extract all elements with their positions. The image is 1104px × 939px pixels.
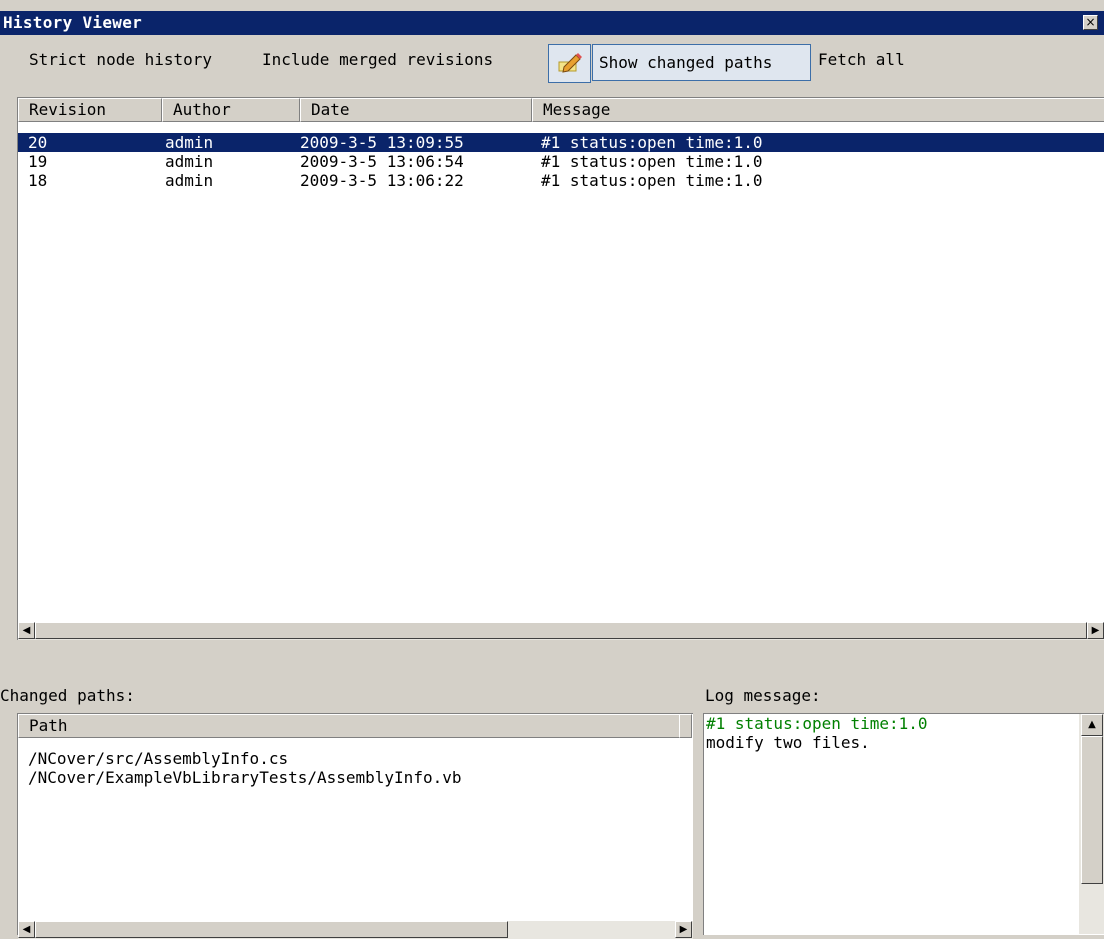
- column-header-revision[interactable]: Revision: [18, 98, 162, 122]
- message-cell: #1 status:open time:1.0: [541, 152, 763, 171]
- scroll-left-icon[interactable]: ◀: [18, 921, 35, 938]
- column-header-date[interactable]: Date: [300, 98, 532, 122]
- column-header-message[interactable]: Message: [532, 98, 1104, 122]
- changed-paths-label: Changed paths:: [0, 686, 135, 705]
- revision-list[interactable]: Revision Author Date Message 20 admin 20…: [17, 97, 1104, 640]
- author-cell: admin: [165, 171, 214, 190]
- column-header-filler: [679, 714, 692, 738]
- changed-paths-list[interactable]: Path /NCover/src/AssemblyInfo.cs /NCover…: [17, 713, 693, 939]
- log-vertical-scrollbar[interactable]: ▲: [1079, 714, 1104, 934]
- path-item[interactable]: /NCover/ExampleVbLibraryTests/AssemblyIn…: [18, 768, 678, 787]
- scroll-thumb[interactable]: [35, 921, 508, 938]
- revision-cell: 18: [28, 171, 48, 190]
- column-header-path[interactable]: Path: [18, 714, 680, 738]
- log-message-label: Log message:: [705, 686, 821, 705]
- scroll-right-icon[interactable]: ▶: [1087, 622, 1104, 639]
- scroll-left-icon[interactable]: ◀: [18, 622, 35, 639]
- date-cell: 2009-3-5 13:06:54: [300, 152, 464, 171]
- include-merged-revisions-button[interactable]: Include merged revisions: [262, 50, 493, 70]
- message-cell: #1 status:open time:1.0: [541, 133, 763, 152]
- message-cell: #1 status:open time:1.0: [541, 171, 763, 190]
- path-text: /NCover/ExampleVbLibraryTests/AssemblyIn…: [28, 768, 462, 787]
- revision-horizontal-scrollbar[interactable]: ◀ ▶: [18, 622, 1104, 640]
- path-text: /NCover/src/AssemblyInfo.cs: [28, 749, 289, 768]
- revision-row[interactable]: 18 admin 2009-3-5 13:06:22 #1 status:ope…: [18, 171, 1104, 190]
- author-cell: admin: [165, 152, 214, 171]
- date-cell: 2009-3-5 13:06:22: [300, 171, 464, 190]
- toolbar: Strict node history Include merged revis…: [0, 38, 1104, 84]
- revision-row[interactable]: 20 admin 2009-3-5 13:09:55 #1 status:ope…: [18, 133, 1104, 152]
- log-line-text: modify two files.: [706, 733, 870, 752]
- log-line-status: #1 status:open time:1.0: [706, 714, 928, 733]
- date-cell: 2009-3-5 13:09:55: [300, 133, 464, 152]
- show-changed-paths-button[interactable]: Show changed paths: [592, 44, 811, 81]
- title-bar: History Viewer ×: [0, 11, 1104, 35]
- revision-cell: 19: [28, 152, 48, 171]
- strict-node-history-button[interactable]: Strict node history: [29, 50, 212, 70]
- log-message-box[interactable]: #1 status:open time:1.0 modify two files…: [703, 713, 1104, 935]
- path-item[interactable]: /NCover/src/AssemblyInfo.cs: [18, 749, 678, 768]
- paths-horizontal-scrollbar[interactable]: ◀ ▶: [18, 921, 693, 939]
- author-cell: admin: [165, 133, 214, 152]
- revision-cell: 20: [28, 133, 48, 152]
- scroll-thumb[interactable]: [1081, 736, 1103, 884]
- show-changed-paths-label: Show changed paths: [599, 53, 773, 72]
- scroll-thumb[interactable]: [35, 622, 1087, 639]
- pencil-note-icon: [558, 53, 582, 73]
- column-header-author[interactable]: Author: [162, 98, 300, 122]
- scroll-right-icon[interactable]: ▶: [675, 921, 692, 938]
- window-title: History Viewer: [3, 13, 143, 32]
- revision-row[interactable]: 19 admin 2009-3-5 13:06:54 #1 status:ope…: [18, 152, 1104, 171]
- edit-button[interactable]: [548, 44, 591, 83]
- scroll-up-icon[interactable]: ▲: [1081, 714, 1103, 736]
- fetch-all-button[interactable]: Fetch all: [818, 50, 905, 70]
- close-icon[interactable]: ×: [1083, 15, 1098, 30]
